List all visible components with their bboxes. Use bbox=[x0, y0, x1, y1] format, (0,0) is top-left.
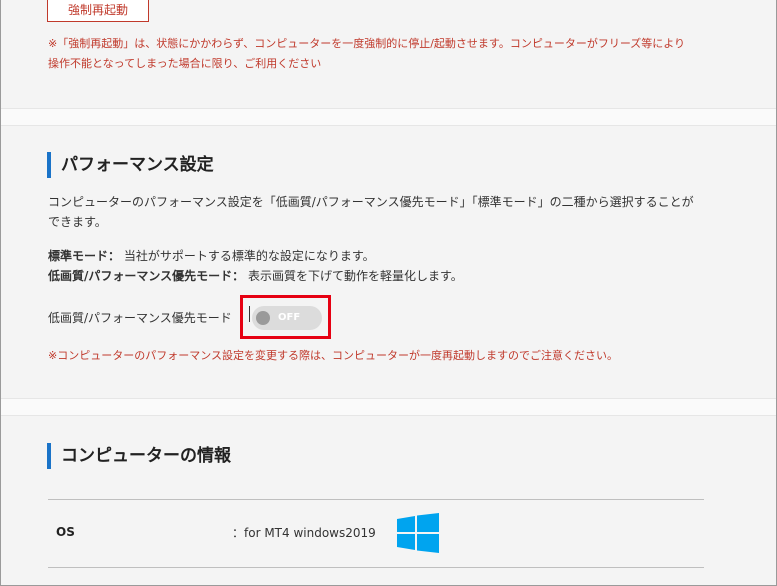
restart-note-line2: 操作不能となってしまった場合に限り、ご利用ください bbox=[48, 57, 322, 70]
force-restart-button[interactable]: 強制再起動 bbox=[47, 0, 149, 22]
toggle-state-text: OFF bbox=[278, 312, 301, 323]
low-mode-line: 低画質/パフォーマンス優先モード： 表示画質を下げて動作を軽量化します。 bbox=[48, 266, 463, 286]
toggle-knob[interactable] bbox=[256, 311, 270, 325]
os-value: ：for MT4 windows2019 bbox=[232, 526, 376, 540]
info-table-bottom-rule bbox=[48, 567, 704, 568]
section-separator-2 bbox=[1, 398, 776, 416]
low-quality-toggle-label: 低画質/パフォーマンス優先モード bbox=[48, 311, 232, 325]
text-cursor bbox=[249, 306, 250, 322]
restart-note: ※「強制再起動」は、状態にかかわらず、コンピューターを一度強制的に停止/起動させ… bbox=[48, 34, 718, 74]
standard-mode-text: 当社がサポートする標準的な設定になります。 bbox=[120, 249, 375, 263]
section-separator bbox=[1, 108, 776, 126]
performance-warning: ※コンピューターのパフォーマンス設定を変更する際は、コンピューターが一度再起動し… bbox=[48, 349, 618, 362]
performance-desc-line1: コンピューターのパフォーマンス設定を「低画質/パフォーマンス優先モード」「標準モ… bbox=[48, 195, 694, 209]
performance-desc-line2: できます。 bbox=[48, 215, 107, 229]
performance-description: コンピューターのパフォーマンス設定を「低画質/パフォーマンス優先モード」「標準モ… bbox=[48, 192, 708, 232]
restart-note-line1: ※「強制再起動」は、状態にかかわらず、コンピューターを一度強制的に停止/起動させ… bbox=[48, 37, 686, 50]
low-mode-text: 表示画質を下げて動作を軽量化します。 bbox=[244, 269, 463, 283]
standard-mode-line: 標準モード： 当社がサポートする標準的な設定になります。 bbox=[48, 246, 375, 266]
performance-heading: パフォーマンス設定 bbox=[47, 152, 214, 178]
windows-logo-icon bbox=[397, 513, 439, 553]
low-mode-label: 低画質/パフォーマンス優先モード： bbox=[48, 269, 245, 283]
info-table-top-rule bbox=[48, 499, 704, 500]
computer-info-heading: コンピューターの情報 bbox=[47, 443, 231, 469]
os-label: OS bbox=[56, 525, 75, 539]
low-quality-mode-toggle[interactable]: OFF bbox=[252, 306, 322, 330]
computer-info-section bbox=[1, 416, 776, 586]
standard-mode-label: 標準モード： bbox=[48, 249, 121, 263]
